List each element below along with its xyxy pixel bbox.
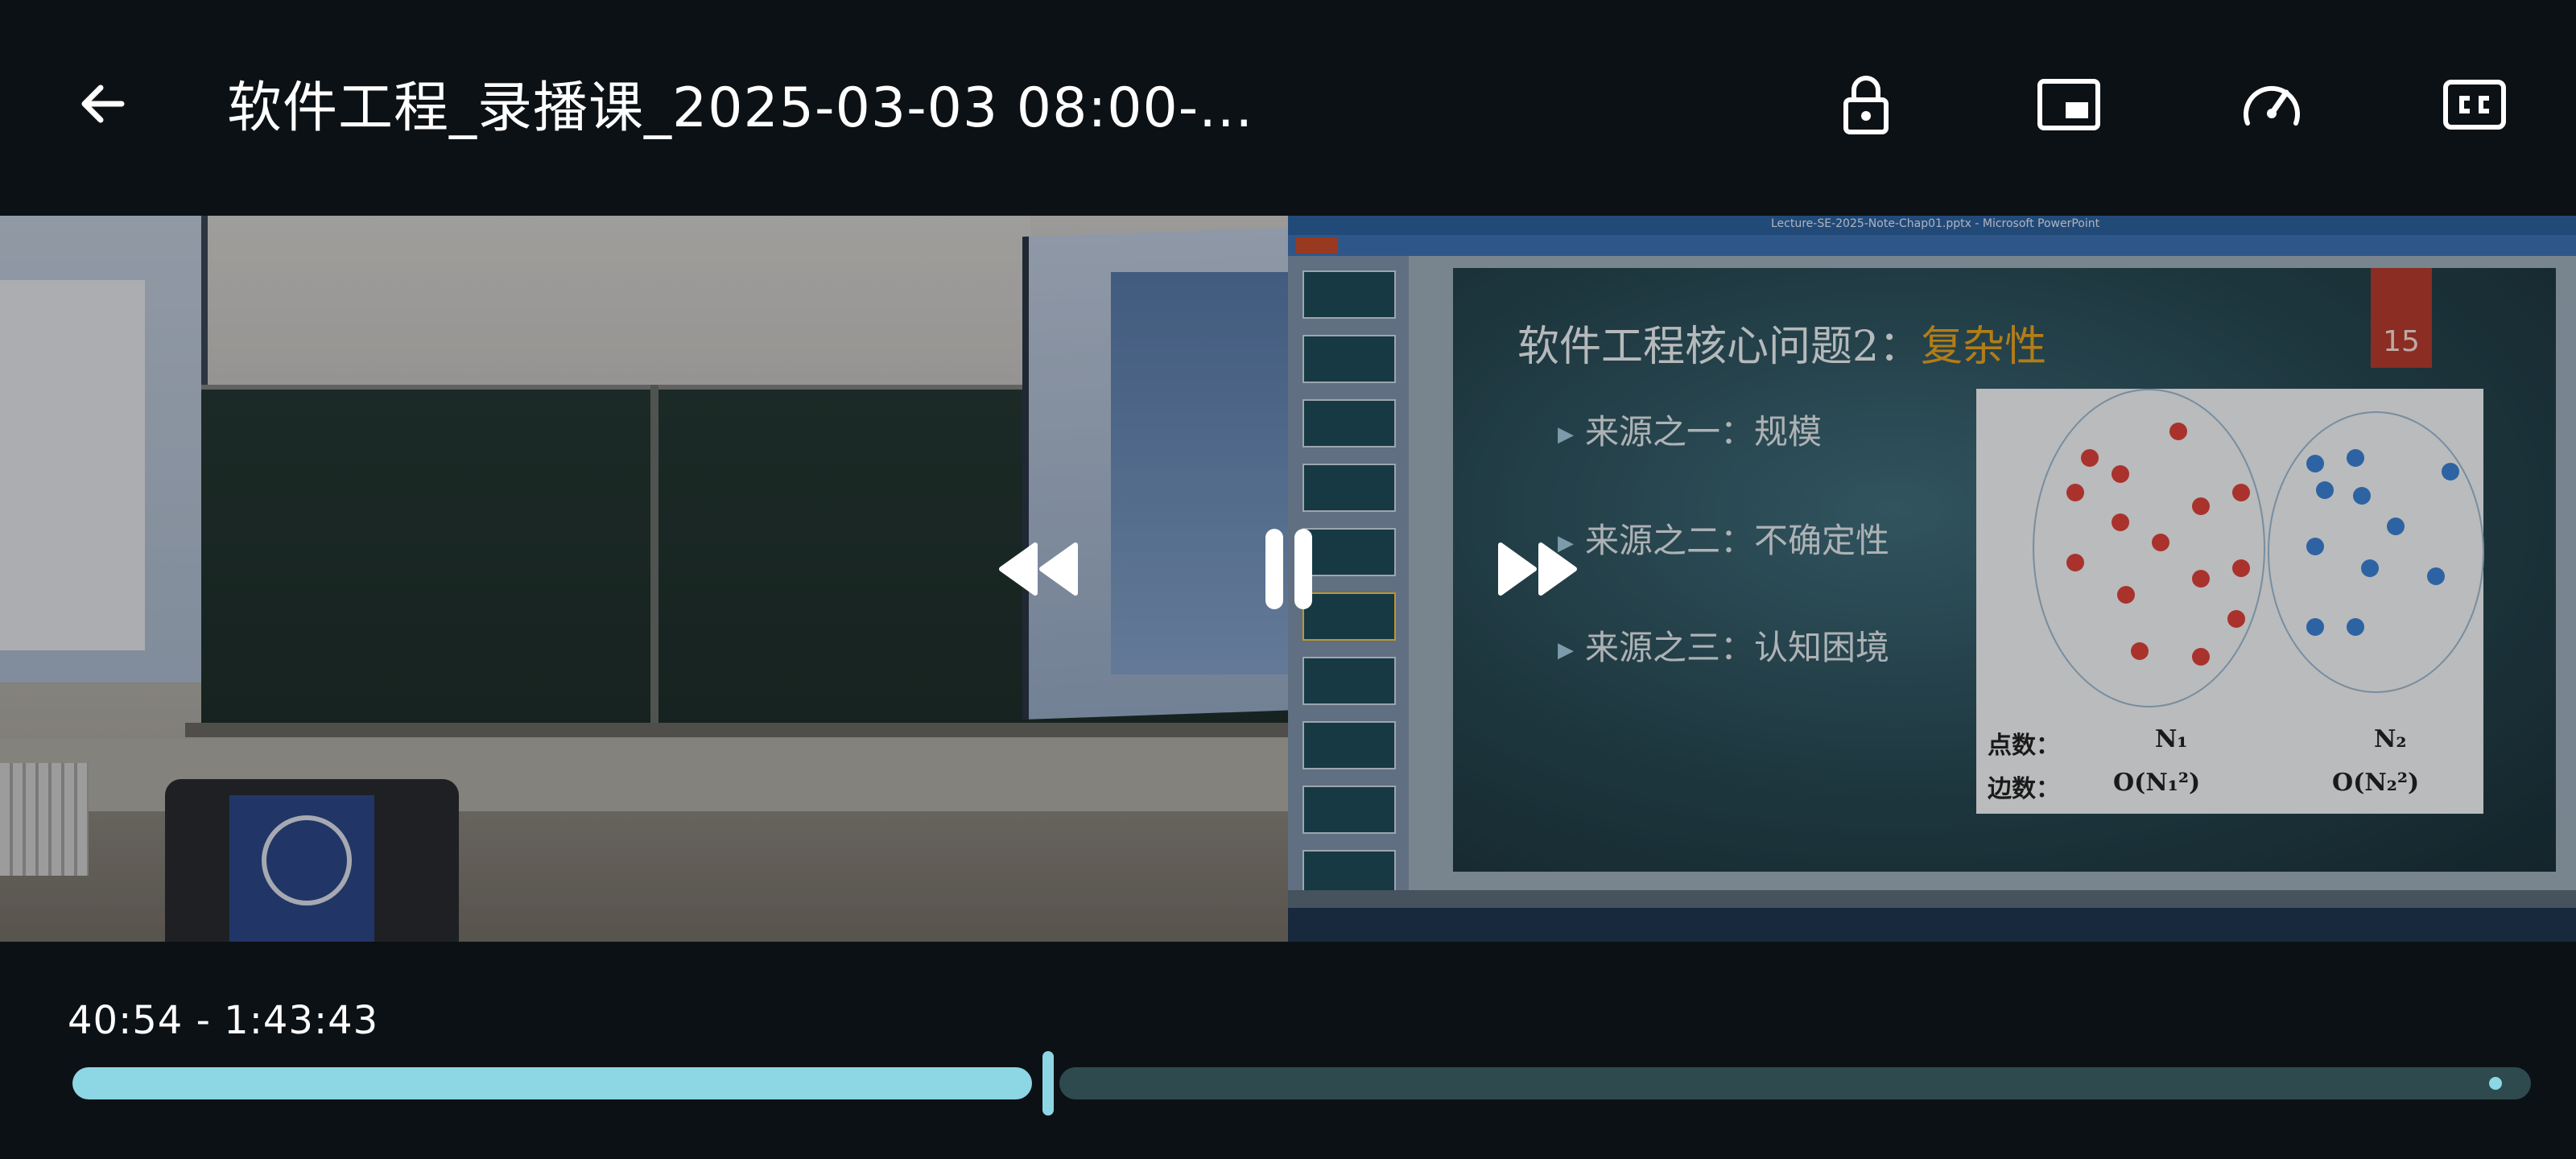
picture-in-picture-button[interactable] [2029,66,2109,143]
fast-forward-button[interactable] [1483,525,1596,613]
back-button[interactable] [63,68,143,140]
seek-bar-end-dot [2489,1077,2502,1090]
subtitles-button[interactable] [2434,66,2515,143]
seek-bar[interactable] [72,1051,2531,1116]
fast-forward-icon [1498,542,1577,596]
rewind-icon [999,542,1078,596]
lock-button[interactable] [1826,66,1906,143]
top-bar: 软件工程_录播课_2025-03-03 08:00-... [0,0,2576,216]
speed-gauge-icon [2244,85,2300,126]
seek-bar-thumb[interactable] [1042,1051,1054,1116]
pause-icon [1265,529,1312,609]
classroom-camera-feed [0,216,1288,942]
seek-bar-track[interactable] [1059,1067,2531,1099]
lock-icon [1843,76,1889,134]
back-arrow-icon [81,85,125,123]
seek-bar-fill [72,1067,1032,1099]
closed-captions-icon [2443,80,2506,130]
video-title: 软件工程_录播课_2025-03-03 08:00-... [227,76,1254,140]
video-frame[interactable]: Lecture-SE-2025-Note-Chap01.pptx - Micro… [0,216,2576,942]
picture-in-picture-icon [2037,79,2100,130]
rewind-button[interactable] [980,525,1093,613]
slide-screen-capture: Lecture-SE-2025-Note-Chap01.pptx - Micro… [1288,216,2576,942]
playback-time: 40:54 - 1:43:43 [68,998,379,1043]
playback-speed-button[interactable] [2231,66,2312,143]
pause-button[interactable] [1240,514,1336,626]
